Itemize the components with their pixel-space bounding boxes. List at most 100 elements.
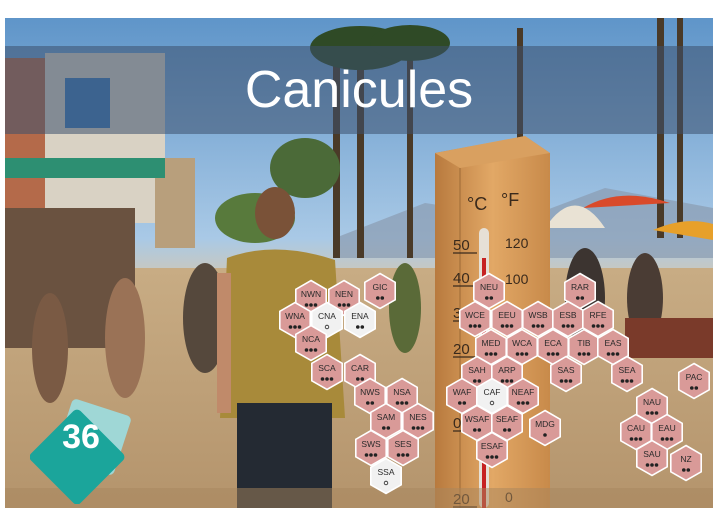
confidence-dot [342, 303, 346, 307]
confidence-dot [686, 468, 691, 472]
confidence-dot [468, 324, 473, 328]
confidence-dot [629, 437, 634, 441]
confidence-dot [615, 352, 620, 356]
confidence-dot [395, 401, 400, 405]
confidence-dot [304, 303, 309, 307]
region-hex-ses: SES [386, 429, 420, 467]
confidence-dot [634, 437, 638, 441]
region-code-label: SCA [318, 363, 336, 373]
region-code-label: WSB [528, 310, 548, 320]
confidence-dot [669, 437, 674, 441]
confidence-dot [650, 463, 654, 467]
confidence-dot [313, 348, 318, 352]
confidence-dot [525, 401, 530, 405]
confidence-dot [493, 352, 498, 356]
confidence-dot [320, 377, 325, 381]
confidence-dot [561, 324, 566, 328]
confidence-dot [381, 426, 386, 430]
region-code-label: WAF [453, 387, 472, 397]
confidence-dot [606, 352, 611, 356]
region-hex-wce: WCE [458, 300, 492, 338]
confidence-dot [694, 386, 699, 390]
confidence-dot [304, 348, 309, 352]
confidence-dot [346, 303, 351, 307]
confidence-dot [536, 324, 540, 328]
confidence-dot [580, 296, 585, 300]
confidence-dot [373, 453, 378, 457]
confidence-dot [521, 401, 525, 405]
slide: °C °F 5040302010020120100806040200 Canic… [5, 18, 713, 508]
confidence-dot [689, 386, 694, 390]
confidence-dot [472, 379, 477, 383]
confidence-dot [625, 379, 629, 383]
confidence-dot [405, 453, 410, 457]
region-hex-sea: SEA [610, 355, 644, 393]
confidence-dot [477, 324, 482, 328]
confidence-dot [570, 324, 575, 328]
confidence-dot [404, 401, 409, 405]
confidence-dot [337, 303, 342, 307]
confidence-dot [416, 426, 420, 430]
confidence-dot [297, 325, 302, 329]
region-code-label: NEN [335, 289, 353, 299]
region-code-label: MED [482, 338, 501, 348]
region-code-label: TIB [577, 338, 591, 348]
confidence-dot [566, 324, 570, 328]
confidence-dot [411, 426, 416, 430]
region-hex-gic: GIC [363, 272, 397, 310]
confidence-dot [611, 352, 615, 356]
region-code-label: ARP [498, 365, 516, 375]
confidence-dot [420, 426, 425, 430]
confidence-dot [477, 379, 482, 383]
confidence-dot [502, 428, 507, 432]
confidence-dot [365, 401, 370, 405]
region-code-label: NWN [301, 289, 321, 299]
region-code-label: NES [409, 412, 427, 422]
region-code-label: WCE [465, 310, 485, 320]
region-code-label: EAU [658, 423, 675, 433]
confidence-dot [638, 437, 643, 441]
confidence-dot [293, 325, 297, 329]
confidence-dot [369, 453, 373, 457]
region-code-label: WCA [512, 338, 532, 348]
confidence-dot [543, 433, 547, 437]
confidence-dot [484, 352, 489, 356]
region-code-label: ESB [559, 310, 576, 320]
confidence-dot [564, 379, 568, 383]
confidence-dot [494, 455, 499, 459]
region-code-label: SAS [557, 365, 574, 375]
confidence-dot [516, 401, 521, 405]
region-code-label: CNA [318, 311, 336, 321]
confidence-dot [524, 352, 529, 356]
confidence-dot [582, 352, 586, 356]
region-code-label: CAU [627, 423, 645, 433]
region-code-label: EAS [604, 338, 621, 348]
region-code-label: SWS [361, 439, 381, 449]
confidence-dot [309, 303, 313, 307]
region-code-label: SAH [468, 365, 485, 375]
region-hex-tib: TIB [567, 328, 601, 366]
confidence-dot [500, 379, 505, 383]
confidence-dot [396, 453, 401, 457]
confidence-dot [520, 352, 524, 356]
confidence-dot [457, 401, 462, 405]
confidence-dot [551, 352, 555, 356]
confidence-dot [509, 379, 514, 383]
region-code-label: PAC [686, 372, 703, 382]
region-code-label: SEA [618, 365, 635, 375]
region-code-label: SAM [377, 412, 395, 422]
confidence-dot [546, 352, 551, 356]
confidence-dot [500, 324, 505, 328]
region-code-label: ECA [544, 338, 562, 348]
region-hex-esaf: ESAF [475, 431, 509, 469]
confidence-dot [309, 348, 313, 352]
region-hex-sca: SCA [310, 353, 344, 391]
confidence-dot [645, 463, 650, 467]
confidence-dot [645, 411, 650, 415]
confidence-dot [575, 296, 580, 300]
confidence-dot [489, 352, 493, 356]
confidence-dot [531, 324, 536, 328]
region-code-label: SSA [377, 467, 394, 477]
region-code-label: WSAF [465, 414, 490, 424]
region-code-label: NCA [302, 334, 320, 344]
